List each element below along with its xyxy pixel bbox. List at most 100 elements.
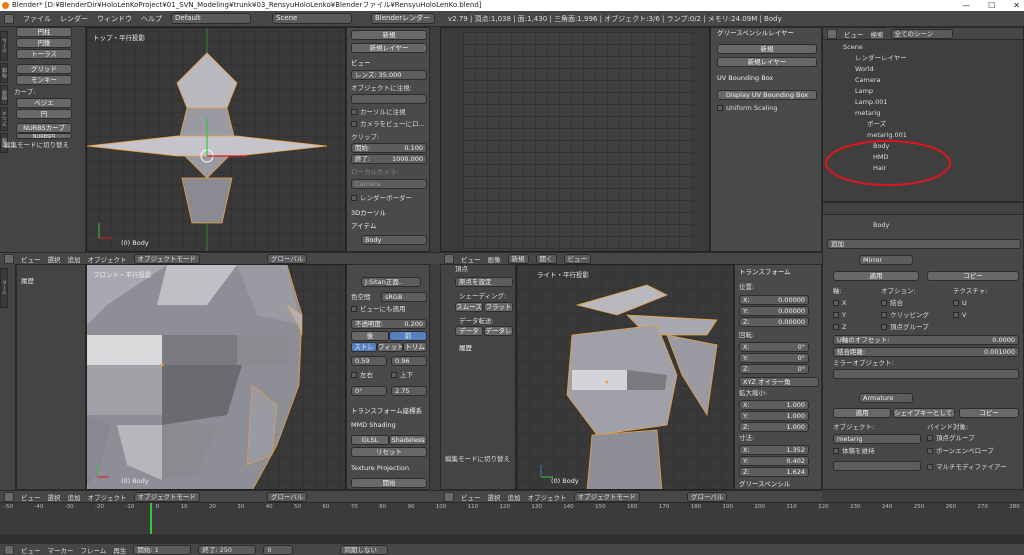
view-mode-select[interactable]: ビュー [563, 253, 591, 264]
clip-end-field[interactable]: 終了: 1000.000 [351, 154, 427, 164]
editor-type-icon[interactable] [444, 491, 454, 502]
menu-image[interactable]: 画像 [488, 254, 501, 264]
grease-pencil-section-right[interactable]: グリースペンシル [739, 479, 790, 489]
properties-tab-strip[interactable] [823, 203, 1023, 215]
toggle-edit-mode-right[interactable]: 編集モードに切り替え [445, 455, 510, 464]
tab-relations[interactable]: 関係 [0, 85, 8, 105]
uv-new-layer-button[interactable]: 新規レイヤー [717, 57, 817, 67]
layout-select[interactable]: Default [171, 13, 251, 24]
render-border-checkbox[interactable]: レンダーボーダー [351, 194, 412, 203]
cursor3d-section[interactable]: 3Dカーソル [351, 208, 386, 218]
bind-vgroups-checkbox[interactable]: 頂点グループ [927, 434, 975, 443]
scale-x-field[interactable]: X: 1.000 [739, 400, 809, 410]
maximize-button[interactable]: ☐ [988, 0, 995, 11]
mode-select[interactable]: オブジェクトモード [573, 491, 640, 502]
menu-object[interactable]: オブジェクト [528, 492, 567, 502]
sync-mode-select[interactable]: 同期しない [340, 544, 389, 555]
add-grid-button[interactable]: グリッド [16, 64, 72, 74]
transform-orientation-section[interactable]: トランスフォーム座標系 [351, 406, 422, 416]
uniform-scaling-checkbox[interactable]: Uniform Scaling [717, 104, 777, 113]
apply-to-view-checkbox[interactable]: ビューにも適用 [351, 305, 406, 314]
flip-x-checkbox[interactable]: 左右 [351, 371, 373, 380]
transform-orientation-select[interactable]: グローバル [267, 491, 308, 502]
menu-object[interactable]: オブジェクト [88, 492, 127, 502]
armature-apply-button[interactable]: 適用 [833, 408, 891, 418]
toggle-edit-mode[interactable]: 編集モードに切り替え [4, 141, 69, 150]
tree-render-layers[interactable]: レンダーレイヤー [829, 53, 1023, 64]
timeline-menu-view[interactable]: ビュー [21, 545, 41, 555]
dim-x-field[interactable]: X: 1.352 [739, 445, 809, 455]
dim-y-field[interactable]: Y: 0.402 [739, 456, 809, 466]
menu-add[interactable]: 追加 [68, 254, 81, 264]
add-cylinder-button[interactable]: 円柱 [16, 27, 72, 37]
tab-create[interactable]: 作成 [0, 63, 8, 83]
apply-as-shapekey-button[interactable]: シェイプキーとして... [893, 408, 955, 418]
start-frame-field[interactable]: 開始: 1 [133, 544, 192, 555]
mmd-shading-section[interactable]: MMD Shading [351, 420, 396, 430]
dim-z-field[interactable]: Z: 1.624 [739, 467, 809, 477]
add-modifier-select[interactable]: 追加 [827, 239, 1021, 249]
axis-y-checkbox[interactable]: Y [833, 311, 846, 320]
texture-projection-section[interactable]: Texture Projection [351, 463, 409, 473]
local-camera-field[interactable]: Camera [351, 179, 427, 189]
stretch-toggle[interactable]: ストレ [351, 342, 377, 352]
clip-start-field[interactable]: 開始: 0.100 [351, 143, 427, 153]
grease-new-layer-button[interactable]: 新規レイヤー [351, 43, 427, 53]
scale-field[interactable]: 2.75 [391, 386, 427, 396]
data-transfer-button[interactable]: データ [455, 326, 483, 336]
viewport-front[interactable]: フロント・平行投影 (0) Body [86, 264, 346, 490]
add-bezier-button[interactable]: ベジエ [16, 98, 72, 108]
display-mode-select[interactable]: 全てのシーン [890, 28, 953, 39]
bone-envelope-checkbox[interactable]: ボーンエンベロープ [927, 447, 994, 456]
fit-toggle[interactable]: フィット [377, 342, 403, 352]
tree-world[interactable]: World [829, 64, 1023, 75]
editor-type-icon[interactable] [4, 13, 14, 24]
outliner-menu-search[interactable]: 検索 [871, 29, 884, 39]
transform-section[interactable]: トランスフォーム [739, 267, 791, 277]
add-torus-button[interactable]: トーラス [16, 49, 72, 59]
image-open-button[interactable]: 開く [535, 253, 557, 264]
grease-new-button[interactable]: 新規 [351, 30, 427, 40]
timeline-menu-marker[interactable]: マーカー [48, 545, 74, 555]
offset-x-field[interactable]: 0.59 [351, 356, 387, 366]
tex-v-checkbox[interactable]: V [953, 311, 966, 320]
render-engine-select[interactable]: Blenderレンダー [371, 13, 435, 24]
mirror-name-field[interactable]: Mirror [859, 255, 913, 265]
end-frame-field[interactable]: 終了: 250 [198, 544, 257, 555]
outliner-editor-icon[interactable] [827, 28, 837, 39]
uv-grease-new-button[interactable]: 新規 [717, 44, 817, 54]
clipping-checkbox[interactable]: クリッピング [881, 311, 929, 320]
armature-vgroup-field[interactable] [833, 461, 921, 471]
menu-select[interactable]: 選択 [48, 492, 61, 502]
tex-u-checkbox[interactable]: U [953, 299, 967, 308]
rot-x-field[interactable]: X: 0° [739, 342, 809, 352]
opacity-field[interactable]: 不透明度: 0.200 [351, 319, 427, 329]
timeline[interactable]: -50 -40 -30 -20 -10 0 10 20 30 40 50 60 70 80 90 100 110… [0, 502, 1024, 544]
uv-editor[interactable] [440, 27, 710, 252]
item-name-field[interactable]: Body [361, 235, 427, 245]
loc-x-field[interactable]: X: 0.00000 [739, 295, 809, 305]
back-toggle[interactable]: 後 [351, 331, 389, 341]
menu-select[interactable]: 選択 [488, 492, 501, 502]
tree-lamp-001[interactable]: Lamp.001 [829, 97, 1023, 108]
timeline-menu-playback[interactable]: 再生 [113, 545, 126, 555]
tree-scene[interactable]: Scene [829, 42, 1023, 53]
tab-tools[interactable]: ツール [0, 31, 8, 61]
add-monkey-button[interactable]: モンキー [16, 75, 72, 85]
mirror-object-field[interactable] [833, 369, 1019, 379]
tab-tools-front[interactable]: ツール [0, 268, 8, 308]
add-circle-button[interactable]: 円 [16, 109, 72, 119]
merge-checkbox[interactable]: 結合 [881, 299, 903, 308]
menu-add[interactable]: 追加 [508, 492, 521, 502]
rot-y-field[interactable]: Y: 0° [739, 353, 809, 363]
display-uv-bbox-button[interactable]: Display UV Bounding Box [717, 90, 817, 100]
multi-modifier-checkbox[interactable]: マルチモディファイアー [927, 463, 1007, 472]
glsl-button[interactable]: GLSL [351, 435, 389, 445]
menu-render[interactable]: レンダー [60, 14, 88, 24]
grease-pencil-section[interactable]: グリースペンシルレイヤー [717, 28, 794, 38]
history-label[interactable]: 履歴 [21, 277, 34, 286]
lock-cursor-checkbox[interactable]: カーソルに注視 [351, 108, 406, 117]
scene-select[interactable]: Scene [272, 13, 352, 24]
loc-y-field[interactable]: Y: 0.00000 [739, 306, 809, 316]
scale-z-field[interactable]: Z: 1.000 [739, 422, 809, 432]
